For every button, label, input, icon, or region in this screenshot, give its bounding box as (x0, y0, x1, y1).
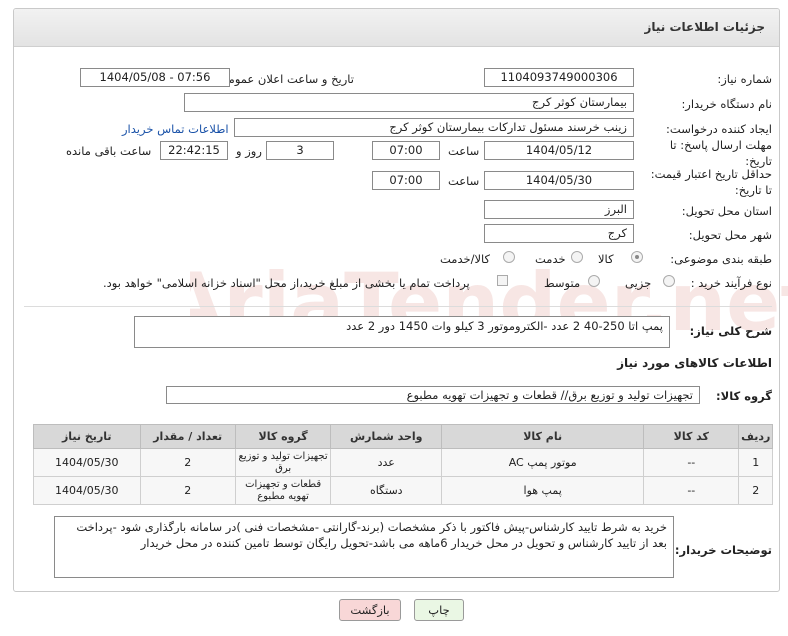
goods-info-heading: اطلاعات کالاهای مورد نیاز (617, 356, 772, 370)
col-unit-header: واحد شمارش (330, 424, 443, 449)
creator-field: زینب خرسند مسئول تدارکات بیمارستان کوثر … (234, 118, 634, 137)
process-option-medium: متوسط (544, 276, 581, 290)
days-label: روز و (236, 144, 262, 158)
price-validity-time-field: 07:00 (372, 171, 440, 190)
col-group-header: گروه کالا (234, 424, 332, 449)
announce-date-field: 1404/05/08 - 07:56 (80, 68, 230, 87)
goods-code: -- (643, 448, 740, 477)
goods-code: -- (643, 476, 740, 505)
category-option-service: خدمت (535, 252, 566, 266)
need-number-field: 1104093749000306 (484, 68, 634, 87)
category-radio-service[interactable] (571, 251, 583, 263)
process-radio-medium[interactable] (588, 275, 600, 287)
buyer-notes-field: خرید به شرط تایید کارشناس-پیش فاکتور با … (54, 516, 674, 578)
description-label: شرح کلی نیاز: (689, 324, 772, 338)
buyer-org-field: بیمارستان کوثر کرج (184, 93, 634, 112)
deadline-date-field: 1404/05/12 (484, 141, 634, 160)
city-field: کرج (484, 224, 634, 243)
creator-label: ایجاد کننده درخواست: (666, 122, 772, 136)
category-radio-goods[interactable] (631, 251, 643, 263)
buyer-contact-link[interactable]: اطلاعات تماس خریدار (122, 122, 229, 136)
description-field: پمپ اتا 250-40 2 عدد -الکتروموتور 3 کیلو… (134, 316, 670, 348)
items-table: ردیف کد کالا نام کالا واحد شمارش گروه کا… (33, 424, 773, 505)
price-time-label: ساعت (448, 174, 480, 188)
col-row-header: ردیف (738, 424, 773, 449)
goods-name: پمپ هوا (441, 476, 645, 505)
price-validity-date-field: 1404/05/30 (484, 171, 634, 190)
announce-date-label: تاریخ و ساعت اعلان عمومی: (215, 72, 354, 86)
province-field: البرز (484, 200, 634, 219)
col-date-header: تاریخ نیاز (33, 424, 141, 449)
category-radio-goods-service[interactable] (503, 251, 515, 263)
back-button[interactable]: بازگشت (339, 599, 401, 621)
page-title: جزئیات اطلاعات نیاز (644, 20, 765, 34)
buyer-notes-label: توضیحات خریدار: (674, 543, 772, 557)
col-code-header: کد کالا (643, 424, 740, 449)
unit: دستگاه (330, 476, 443, 505)
col-name-header: نام کالا (441, 424, 645, 449)
table-header-row: ردیف کد کالا نام کالا واحد شمارش گروه کا… (33, 424, 773, 449)
goods-group: تجهیزات تولید و توزیع برق (234, 448, 332, 477)
deadline-time-label: ساعت (448, 144, 480, 158)
category-label: طبقه بندی موضوعی: (670, 252, 772, 266)
category-option-goods: کالا (598, 252, 614, 266)
category-option-goods-service: کالا/خدمت (440, 252, 491, 266)
process-radio-minor[interactable] (663, 275, 675, 287)
goods-group-field: تجهیزات تولید و توزیع برق// قطعات و تجهی… (166, 386, 700, 404)
price-validity-label: حداقل تاریخ اعتبار قیمت: تا تاریخ: (650, 167, 772, 197)
days-remaining-field: 3 (266, 141, 334, 160)
treasury-payment-checkbox[interactable] (497, 275, 508, 286)
city-label: شهر محل تحویل: (688, 228, 772, 242)
process-type-label: نوع فرآیند خرید : (690, 276, 772, 290)
goods-group-label: گروه کالا: (716, 389, 772, 403)
row-index: 1 (738, 448, 773, 477)
need-date: 1404/05/30 (33, 476, 141, 505)
separator (24, 306, 772, 307)
table-row: 1 -- موتور پمپ AC عدد تجهیزات تولید و تو… (33, 448, 773, 477)
need-date: 1404/05/30 (33, 448, 141, 477)
table-row: 2 -- پمپ هوا دستگاه قطعات و تجهیزات تهوی… (33, 476, 773, 505)
goods-group: قطعات و تجهیزات تهویه مطبوع (234, 476, 332, 505)
process-option-minor: جزیی (625, 276, 652, 290)
remaining-time-label: ساعت باقی مانده (66, 144, 152, 158)
row-index: 2 (738, 476, 773, 505)
buyer-org-label: نام دستگاه خریدار: (681, 97, 772, 111)
quantity: 2 (139, 476, 236, 505)
goods-name: موتور پمپ AC (441, 448, 645, 477)
panel-header: جزئیات اطلاعات نیاز (14, 9, 779, 47)
col-qty-header: تعداد / مقدار (139, 424, 236, 449)
need-number-label: شماره نیاز: (717, 72, 772, 86)
remaining-time-field: 22:42:15 (160, 141, 228, 160)
unit: عدد (330, 448, 443, 477)
province-label: استان محل تحویل: (681, 204, 772, 218)
deadline-label: مهلت ارسال پاسخ: تا تاریخ: (669, 138, 772, 168)
print-button[interactable]: چاپ (414, 599, 464, 621)
treasury-payment-note: پرداخت تمام یا بخشی از مبلغ خرید،از محل … (103, 276, 470, 290)
quantity: 2 (139, 448, 236, 477)
deadline-time-field: 07:00 (372, 141, 440, 160)
